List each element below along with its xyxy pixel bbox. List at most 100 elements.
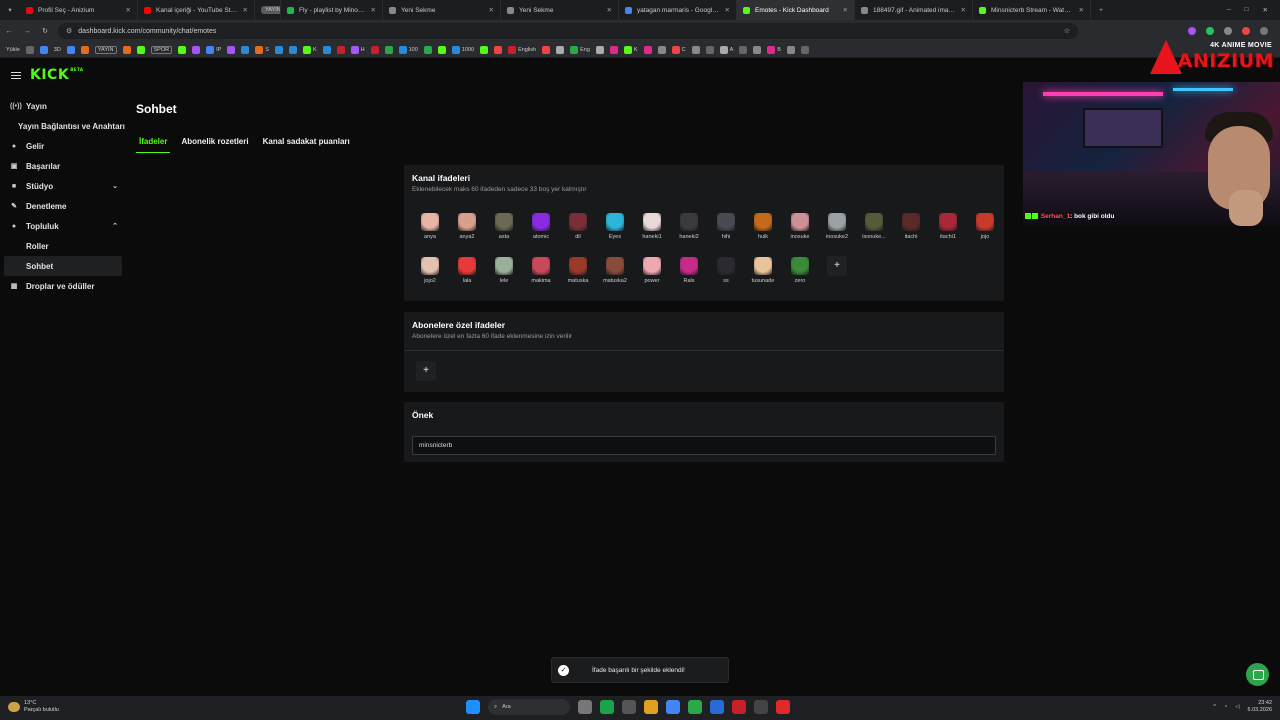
browser-tab[interactable]: YAYIN [255, 0, 281, 20]
bookmark-favicon-icon[interactable] [288, 45, 297, 54]
bookmark-favicon-icon[interactable] [66, 45, 75, 54]
hamburger-menu-icon[interactable] [11, 72, 21, 81]
emote-item[interactable]: makima [523, 257, 559, 284]
emote-item[interactable]: anya2 [449, 213, 485, 240]
maximize-icon[interactable]: □ [1245, 6, 1249, 14]
site-info-icon[interactable]: ⚙ [66, 27, 72, 35]
emote-item[interactable]: matuska [560, 257, 596, 284]
sidebar-item-roller[interactable]: Roller [0, 236, 128, 256]
chrome-icon[interactable] [666, 700, 680, 714]
close-window-icon[interactable]: ✕ [1263, 6, 1268, 14]
extension-icon[interactable] [1242, 27, 1250, 35]
emote-item[interactable]: ss [708, 257, 744, 284]
close-tab-icon[interactable]: ✕ [1079, 6, 1084, 14]
emote-item[interactable]: lala [449, 257, 485, 284]
url-input[interactable]: ⚙ dashboard.kick.com/community/chat/emot… [58, 23, 1078, 39]
minimize-icon[interactable]: – [1227, 6, 1231, 14]
extension-icon[interactable] [1206, 27, 1214, 35]
tab-kanal-sadakat-puanlar-[interactable]: Kanal sadakat puanları [260, 135, 353, 153]
bookmark-favicon-icon[interactable] [542, 45, 551, 54]
emote-item[interactable]: inosuke2 [819, 213, 855, 240]
bookmark-favicon-icon[interactable] [336, 45, 345, 54]
add-emote-button[interactable]: + [827, 256, 847, 276]
emote-item[interactable]: lele [486, 257, 522, 284]
emote-item[interactable]: tusunade [745, 257, 781, 284]
extension-icon[interactable] [1188, 27, 1196, 35]
add-subscriber-emote-button[interactable]: + [416, 361, 436, 381]
bookmark-item[interactable]: English [508, 45, 536, 54]
new-tab-button[interactable]: + [1091, 7, 1111, 14]
tab-abonelik-rozetleri[interactable]: Abonelik rozetleri [178, 135, 251, 153]
sidebar-item-denetleme[interactable]: ✎ Denetleme [0, 196, 128, 216]
bookmark-favicon-icon[interactable] [657, 45, 666, 54]
windows-start-icon[interactable] [466, 700, 480, 714]
bookmark-favicon-icon[interactable] [370, 45, 379, 54]
bookmark-favicon-icon[interactable] [192, 45, 201, 54]
bookmark-favicon-icon[interactable] [80, 45, 89, 54]
app-icon[interactable] [622, 700, 636, 714]
bookmark-favicon-icon[interactable] [480, 45, 489, 54]
taskbar-search[interactable]: ⌕ Ara [488, 699, 570, 715]
emote-item[interactable]: hihi [708, 213, 744, 240]
bookmark-item[interactable]: 100 [398, 45, 418, 54]
sidebar-item-gelir[interactable]: ● Gelir [0, 136, 128, 156]
bookmark-favicon-icon[interactable] [643, 45, 652, 54]
emote-item[interactable]: asta [486, 213, 522, 240]
browser-tab[interactable]: Yeni Sekme ✕ [383, 0, 501, 20]
bookmark-item[interactable]: 1000 [451, 45, 474, 54]
extension-icon[interactable] [1224, 27, 1232, 35]
sidebar-item-sohbet[interactable]: Sohbet [4, 256, 122, 276]
file-explorer-icon[interactable] [644, 700, 658, 714]
bookmark-item[interactable]: K [623, 45, 638, 54]
browser-tab[interactable]: Fly - playlist by Minonicterb ✕ [281, 0, 383, 20]
bookmark-favicon-icon[interactable] [556, 45, 565, 54]
emote-item[interactable]: inosuke [782, 213, 818, 240]
sidebar-item-topluluk[interactable]: ● Topluluk ⌃ [0, 216, 128, 236]
bookmark-item[interactable]: C [671, 45, 686, 54]
emote-item[interactable]: atomic [523, 213, 559, 240]
clock[interactable]: 23:42 6.03.2026 [1248, 700, 1272, 714]
emote-item[interactable]: dil [560, 213, 596, 240]
emote-item[interactable]: matuska2 [597, 257, 633, 284]
emote-item[interactable]: itachi [893, 213, 929, 240]
sidebar-item-st-dyo[interactable]: ■ Stüdyo ⌄ [0, 176, 128, 196]
close-tab-icon[interactable]: ✕ [126, 6, 131, 14]
emote-item[interactable]: jojo2 [412, 257, 448, 284]
emote-item[interactable]: itachi1 [930, 213, 966, 240]
sidebar-item-yay-n[interactable]: ((•)) Yayın [0, 96, 128, 116]
back-icon[interactable]: ← [0, 28, 18, 35]
emote-item[interactable]: haneki1 [634, 213, 670, 240]
emote-item[interactable]: power [634, 257, 670, 284]
bookmark-favicon-icon[interactable] [739, 45, 748, 54]
weather-widget[interactable]: 13°C Parçalı bulutlu [8, 700, 59, 714]
bookmark-favicon-icon[interactable] [609, 45, 618, 54]
bookmark-item[interactable]: Yükle [6, 47, 20, 53]
kick-logo[interactable]: KICKBETA [30, 67, 83, 83]
bookmark-favicon-icon[interactable] [178, 45, 187, 54]
close-tab-icon[interactable]: ✕ [725, 6, 730, 14]
bookmark-item[interactable]: 3D [54, 47, 61, 53]
bookmark-favicon-icon[interactable] [227, 45, 236, 54]
bookmark-item[interactable]: B [767, 45, 781, 54]
bookmark-favicon-icon[interactable] [274, 45, 283, 54]
bookmark-item[interactable]: YAYIN [94, 45, 117, 54]
bookmark-favicon-icon[interactable] [691, 45, 700, 54]
bookmark-item[interactable]: H [350, 45, 365, 54]
app-icon[interactable] [776, 700, 790, 714]
app-icon[interactable] [710, 700, 724, 714]
bookmark-favicon-icon[interactable] [122, 45, 131, 54]
tab-menu-icon[interactable]: ▾ [0, 6, 20, 14]
tab-i-fadeler[interactable]: İfadeler [136, 135, 171, 153]
browser-tab[interactable]: 188497.gif - Animated image ✕ [855, 0, 973, 20]
emote-item[interactable]: anya [412, 213, 448, 240]
bookmark-favicon-icon[interactable] [494, 45, 503, 54]
bookmark-favicon-icon[interactable] [705, 45, 714, 54]
browser-tab[interactable]: Profil Seç - Anizium ✕ [20, 0, 138, 20]
network-icon[interactable]: ◔ [1224, 704, 1227, 710]
emote-item[interactable]: jojo [967, 213, 1003, 240]
bookmark-item[interactable]: S [255, 45, 269, 54]
chat-bubble-button[interactable] [1246, 663, 1269, 686]
bookmark-item[interactable]: K [302, 45, 317, 54]
browser-tab[interactable]: Kanal içeriği - YouTube Studio ✕ [138, 0, 255, 20]
emote-item[interactable]: hulk [745, 213, 781, 240]
